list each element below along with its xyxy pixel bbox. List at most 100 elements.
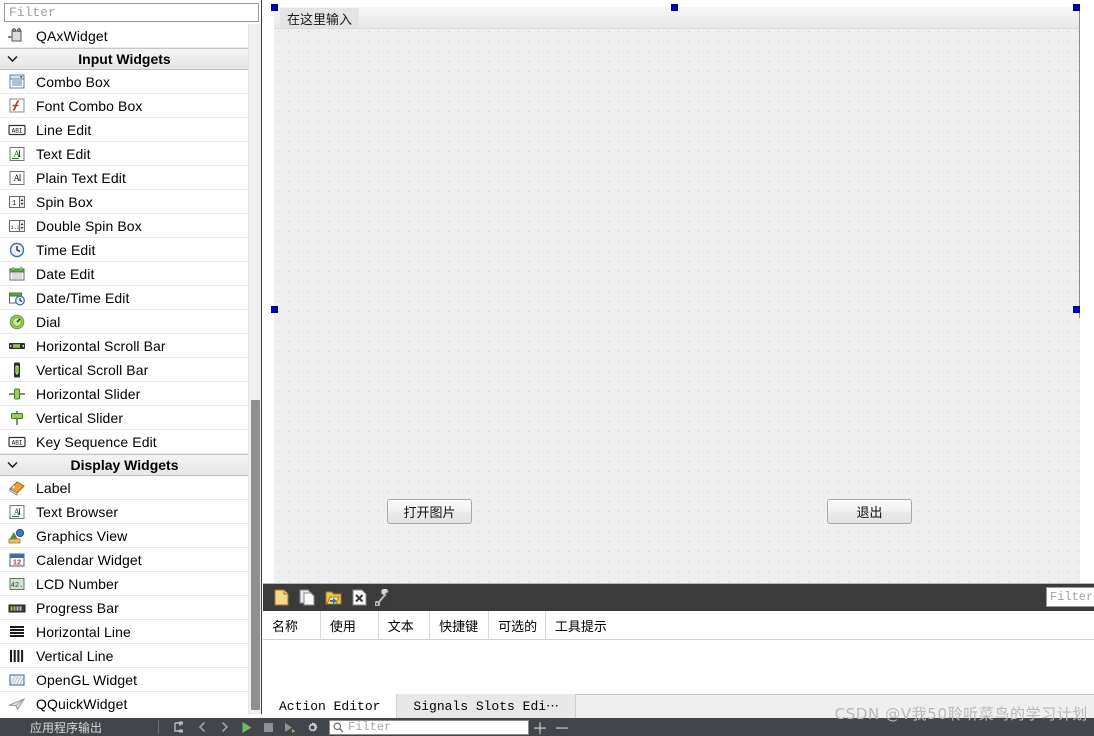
widget-box-item-key-sequence-edit[interactable]: ABI Key Sequence Edit: [0, 430, 249, 454]
widget-box-item-qquickwidget[interactable]: QQuickWidget: [0, 692, 249, 714]
label-icon: [7, 479, 27, 497]
svg-text:I: I: [18, 507, 21, 517]
selection-handle-mid-left[interactable]: [271, 306, 278, 313]
textbrowser-icon: AI: [7, 503, 27, 521]
widget-box-item-label: LCD Number: [36, 575, 119, 592]
widget-box-item-label: QQuickWidget: [36, 695, 128, 712]
svg-text:1.2: 1.2: [10, 224, 20, 231]
statusbar-separator: [158, 720, 160, 734]
action-editor-table-body[interactable]: [263, 640, 1094, 695]
calendar-icon: 12: [7, 551, 27, 569]
form-widget[interactable]: 在这里输入 打开图片 退出: [274, 7, 1080, 583]
action-editor-column-header[interactable]: 使用: [321, 610, 379, 640]
new-action-icon[interactable]: [268, 586, 294, 610]
exit-button[interactable]: 退出: [827, 499, 912, 524]
action-editor-filter-input[interactable]: [1046, 587, 1094, 607]
selection-handle-mid-right[interactable]: [1073, 306, 1080, 313]
timeedit-icon: [7, 241, 27, 259]
action-editor-toolbar: [263, 584, 1094, 611]
hscrollbar-icon: [7, 337, 27, 355]
tab-action-editor[interactable]: Action Editor: [263, 694, 397, 718]
statusbar-search-box[interactable]: Filter: [329, 719, 530, 735]
action-editor-column-header[interactable]: 名称: [263, 610, 321, 640]
statusbar-search-placeholder: Filter: [348, 720, 392, 734]
widget-box-item-calendar-widget[interactable]: 12 Calendar Widget: [0, 548, 249, 572]
menubar-type-here-placeholder[interactable]: 在这里输入: [280, 8, 360, 28]
run-icon[interactable]: [235, 718, 257, 736]
combobox-icon: [7, 73, 27, 91]
action-editor-column-header[interactable]: 可选的: [489, 610, 546, 640]
widget-box-item-dial[interactable]: Dial: [0, 310, 249, 334]
widget-box-item-text-browser[interactable]: A I Text Browser: [0, 500, 249, 524]
widget-box-item-horizontal-line[interactable]: Horizontal Line: [0, 620, 249, 644]
action-editor-column-header[interactable]: 文本: [379, 610, 431, 640]
widget-box-item-horizontal-scroll-bar[interactable]: Horizontal Scroll Bar: [0, 334, 249, 358]
widget-box-item-label: Progress Bar: [36, 599, 119, 616]
widget-box-item-label: Graphics View: [36, 527, 128, 544]
widget-box-item-vertical-line[interactable]: Vertical Line: [0, 644, 249, 668]
widget-box-item-time-edit[interactable]: Time Edit: [0, 238, 249, 262]
widget-box-item-vertical-slider[interactable]: Vertical Slider: [0, 406, 249, 430]
application-output-label[interactable]: 应用程序输出: [0, 719, 102, 736]
open-image-button[interactable]: 打开图片: [387, 499, 472, 524]
widget-box-item-line-edit[interactable]: ABI Line Edit: [0, 118, 249, 142]
widget-box-scrollbar-thumb[interactable]: [251, 400, 260, 710]
action-editor-filter-wrap: [1046, 587, 1094, 607]
action-editor-column-header[interactable]: 工具提示: [546, 611, 1094, 640]
widget-box-item-lcd-number[interactable]: 42. LCD Number: [0, 572, 249, 596]
widget-box-item-label: Spin Box: [36, 193, 93, 210]
widget-box-item-label[interactable]: Label: [0, 476, 249, 500]
dateedit-icon: [7, 265, 27, 283]
delete-icon[interactable]: [346, 586, 372, 610]
action-editor-table-header: 名称 使用 文本 快捷键 可选的 工具提示: [263, 610, 1094, 640]
widget-box-item-text-edit[interactable]: A I Text Edit: [0, 142, 249, 166]
settings-icon[interactable]: [301, 718, 323, 736]
zoom-in-button[interactable]: ＋: [529, 718, 551, 736]
spinbox-icon: 1: [7, 193, 27, 211]
widget-box-item-progress-bar[interactable]: Progress Bar: [0, 596, 249, 620]
datetimeedit-icon: [7, 289, 27, 307]
widget-box-item-opengl-widget[interactable]: OpenGL Widget: [0, 668, 249, 692]
widget-box-item-horizontal-slider[interactable]: Horizontal Slider: [0, 382, 249, 406]
widget-box-item-double-spin-box[interactable]: 1.2 Double Spin Box: [0, 214, 249, 238]
widget-box-item-label: Key Sequence Edit: [36, 433, 157, 450]
open-folder-icon[interactable]: [320, 586, 346, 610]
tab-signals-slots-editor[interactable]: Signals Slots Edi⋯: [396, 694, 577, 718]
widget-box-scrollbar[interactable]: [248, 24, 261, 714]
widget-box-item-combo-box[interactable]: Combo Box: [0, 70, 249, 94]
selection-handle-top-left[interactable]: [271, 4, 278, 11]
action-editor-column-header[interactable]: 快捷键: [430, 610, 490, 640]
widget-box-item-label: Text Edit: [36, 145, 91, 162]
widget-box-item-label: Horizontal Line: [36, 623, 131, 640]
widget-box-item-date-edit[interactable]: Date Edit: [0, 262, 249, 286]
hslider-icon: [7, 385, 27, 403]
step-icon[interactable]: [279, 718, 301, 736]
selection-handle-top-right[interactable]: [1073, 4, 1080, 11]
qquickwidget-icon: [7, 695, 27, 713]
widget-box-item-spin-box[interactable]: 1 Spin Box: [0, 190, 249, 214]
search-icon: [333, 722, 344, 732]
widget-box-item-qaxwidget[interactable]: QAxWidget: [0, 24, 249, 48]
widget-box-item-date-time-edit[interactable]: Date/Time Edit: [0, 286, 249, 310]
widget-box-item-font-combo-box[interactable]: Font Combo Box: [0, 94, 249, 118]
selection-handle-top-center[interactable]: [671, 4, 678, 11]
configure-icon[interactable]: [372, 586, 398, 610]
hline-icon: [7, 623, 27, 641]
keysequenceedit-icon: ABI: [7, 433, 27, 451]
widget-box-item-graphics-view[interactable]: Graphics View: [0, 524, 249, 548]
lineedit-icon: ABI: [7, 121, 27, 139]
copy-icon[interactable]: [294, 586, 320, 610]
widget-box-item-label: Date Edit: [36, 265, 95, 282]
widget-box-item-plain-text-edit[interactable]: A I Plain Text Edit: [0, 166, 249, 190]
filter-tree-icon[interactable]: [169, 718, 191, 736]
prev-icon[interactable]: [191, 718, 213, 736]
stop-icon[interactable]: [257, 718, 279, 736]
zoom-out-button[interactable]: －: [551, 718, 573, 736]
widget-box-item-vertical-scroll-bar[interactable]: Vertical Scroll Bar: [0, 358, 249, 382]
widget-box-filter-input[interactable]: [4, 3, 259, 22]
widget-box-item-label: Dial: [36, 313, 61, 330]
widget-box-category-display-widgets[interactable]: Display Widgets: [0, 454, 249, 476]
next-icon[interactable]: [213, 718, 235, 736]
widget-box-list[interactable]: QAxWidget Input Widgets Combo Box Font Comb…: [0, 24, 249, 714]
widget-box-category-input-widgets[interactable]: Input Widgets: [0, 48, 249, 70]
